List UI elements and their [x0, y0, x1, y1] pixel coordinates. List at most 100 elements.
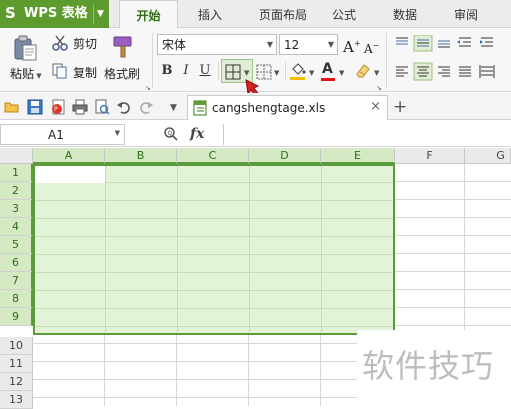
chevron-down-icon[interactable]: ▼ — [274, 68, 279, 78]
shrink-font-button[interactable]: A− — [364, 36, 379, 59]
font-color-icon: A — [322, 61, 333, 77]
selected-range[interactable] — [33, 164, 395, 335]
row-header[interactable]: 12 — [0, 373, 33, 391]
row-header[interactable]: 1 — [0, 164, 33, 182]
font-name-value: 宋体 — [162, 38, 187, 52]
folder-open-icon[interactable] — [4, 99, 20, 115]
name-box[interactable]: A1 ▼ — [0, 124, 125, 145]
row-header[interactable]: 3 — [0, 200, 33, 218]
save-icon[interactable] — [27, 99, 43, 115]
formula-input[interactable] — [223, 124, 511, 145]
row-header[interactable]: 4 — [0, 218, 33, 236]
cell-reference: A1 — [48, 128, 64, 142]
active-cell[interactable] — [35, 166, 105, 183]
ribbon-divider — [152, 33, 153, 88]
row-header[interactable]: 7 — [0, 272, 33, 290]
grow-font-button[interactable]: A+ — [343, 34, 361, 57]
ribbon-divider — [285, 62, 286, 80]
font-name-select[interactable]: 宋体 ▼ — [157, 34, 277, 55]
font-size-select[interactable]: 12 ▼ — [279, 34, 338, 55]
paste-button[interactable]: 粘贴 ▼ — [10, 66, 42, 82]
ribbon-divider — [218, 62, 219, 80]
undo-icon[interactable] — [116, 99, 132, 115]
tab-page-layout[interactable]: 页面布局 — [243, 0, 323, 28]
print-icon[interactable] — [72, 99, 88, 115]
watermark-text: 软件技巧 — [362, 347, 495, 385]
svg-text:P: P — [54, 106, 58, 113]
app-name: WPS 表格 — [24, 6, 88, 21]
row-header[interactable]: 5 — [0, 236, 33, 254]
zoom-search-icon[interactable]: Q — [163, 126, 179, 142]
chevron-down-icon[interactable]: ▼ — [97, 5, 104, 23]
align-right-icon[interactable] — [438, 66, 450, 77]
tab-insert[interactable]: 插入 — [185, 0, 235, 28]
clear-format-button[interactable]: ▼ — [354, 61, 382, 83]
format-painter-button[interactable]: 格式刷 — [104, 66, 140, 82]
column-header[interactable]: F — [395, 148, 465, 164]
chevron-down-icon[interactable]: ▼ — [34, 72, 41, 80]
chevron-down-icon[interactable]: ▼ — [374, 68, 379, 78]
bold-button[interactable]: B — [158, 62, 176, 80]
row-header[interactable]: 6 — [0, 254, 33, 272]
row-header[interactable]: 2 — [0, 182, 33, 200]
chevron-down-icon[interactable]: ▼ — [328, 38, 334, 52]
align-left-icon[interactable] — [396, 66, 408, 77]
copy-button[interactable]: 复制 — [73, 65, 97, 81]
fill-color-button[interactable]: ▼ — [289, 61, 319, 83]
new-tab-icon[interactable]: + — [393, 97, 407, 117]
align-center-selected[interactable] — [413, 62, 433, 81]
font-color-button[interactable]: A ▼ — [320, 61, 348, 83]
format-painter-icon[interactable] — [110, 35, 136, 59]
column-header[interactable]: D — [249, 148, 321, 164]
tab-home[interactable]: 开始 — [119, 0, 178, 28]
align-bottom-icon[interactable] — [438, 40, 450, 48]
print-preview-icon[interactable] — [94, 99, 110, 115]
chevron-down-icon[interactable]: ▼ — [115, 129, 120, 137]
quick-access-dropdown-icon[interactable]: ▼ — [170, 103, 177, 113]
decrease-indent-icon[interactable] — [457, 37, 471, 47]
tab-data[interactable]: 数据 — [383, 0, 427, 28]
increase-indent-icon[interactable] — [480, 37, 493, 47]
clipboard-launcher-icon[interactable]: ↘ — [145, 83, 151, 93]
row-header[interactable]: 8 — [0, 290, 33, 308]
font-launcher-icon[interactable]: ↘ — [376, 83, 382, 93]
select-all-corner[interactable] — [0, 148, 33, 164]
italic-button[interactable]: I — [177, 62, 195, 80]
paste-icon[interactable] — [10, 34, 40, 62]
shrink-font-icon: A — [364, 42, 373, 56]
column-header[interactable]: B — [105, 148, 177, 164]
distributed-align-icon[interactable] — [479, 65, 495, 78]
chevron-down-icon[interactable]: ▼ — [309, 68, 314, 78]
close-tab-icon[interactable]: × — [370, 99, 381, 115]
ribbon-divider — [386, 33, 387, 88]
tab-formulas[interactable]: 公式 — [322, 0, 366, 28]
row-header[interactable]: 9 — [0, 308, 33, 326]
row-header[interactable]: 10 — [0, 337, 33, 355]
justify-icon[interactable] — [459, 66, 471, 77]
app-menu-button[interactable]: S WPS 表格 ▼ — [0, 0, 109, 28]
tab-review[interactable]: 审阅 — [443, 0, 489, 28]
document-tab[interactable]: cangshengtage.xls × — [187, 95, 388, 120]
svg-text:Q: Q — [168, 130, 173, 137]
export-pdf-icon[interactable]: P — [50, 99, 66, 115]
column-header[interactable]: A — [33, 148, 105, 164]
font-size-value: 12 — [284, 38, 300, 52]
column-header[interactable]: E — [321, 148, 395, 164]
eraser-icon — [356, 64, 370, 78]
column-header[interactable]: C — [177, 148, 249, 164]
chevron-down-icon[interactable]: ▼ — [267, 38, 273, 52]
redo-icon[interactable] — [138, 99, 154, 115]
insert-function-button[interactable]: fx — [190, 125, 204, 143]
scissors-icon[interactable] — [52, 35, 68, 51]
column-header[interactable]: G — [465, 148, 511, 164]
align-top-icon[interactable] — [396, 37, 408, 45]
underline-button[interactable]: U — [196, 62, 214, 80]
grow-font-icon: A — [343, 38, 354, 56]
row-header[interactable]: 13 — [0, 391, 33, 409]
copy-icon[interactable] — [52, 63, 68, 79]
document-title: cangshengtage.xls — [212, 101, 326, 115]
chevron-down-icon[interactable]: ▼ — [244, 68, 249, 78]
cut-button[interactable]: 剪切 — [73, 36, 97, 52]
row-header[interactable]: 11 — [0, 355, 33, 373]
chevron-down-icon[interactable]: ▼ — [339, 68, 344, 78]
